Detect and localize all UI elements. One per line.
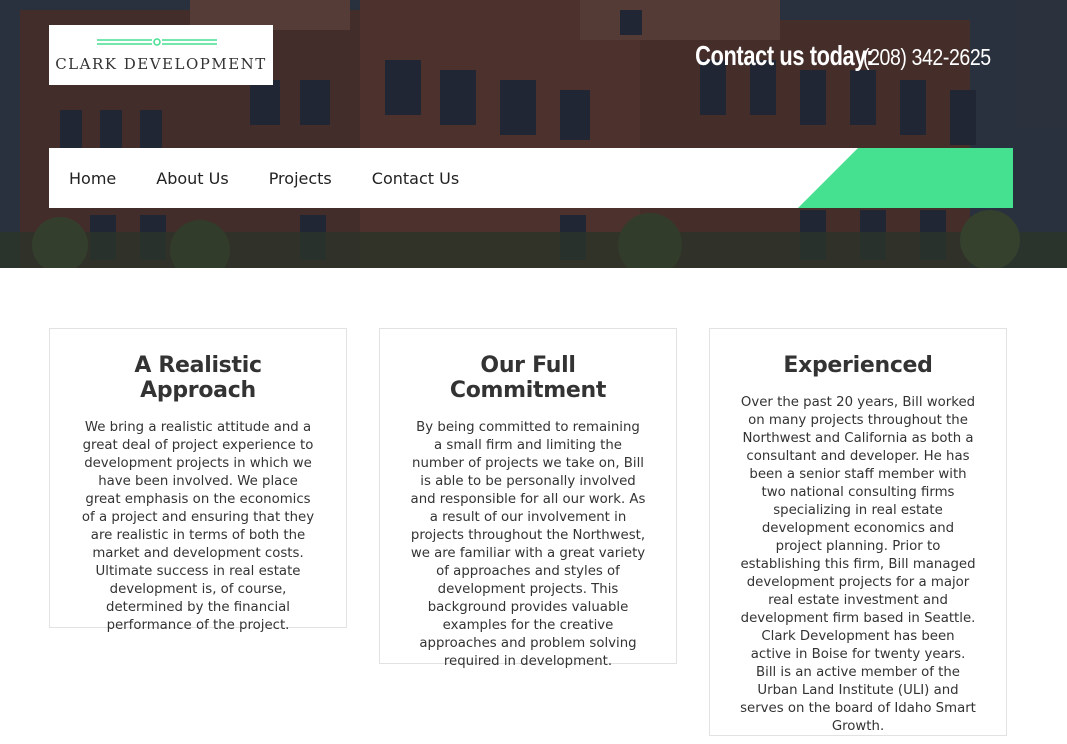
- feature-card-title: Experienced: [783, 353, 933, 378]
- feature-card-title: Our Full Commitment: [449, 353, 607, 403]
- feature-card-body: By being committed to remaining a small …: [410, 420, 646, 669]
- nav-item-projects[interactable]: Projects: [269, 169, 332, 188]
- contact-label: Contact us today:: [694, 40, 873, 71]
- feature-card-full-commitment: Our Full Commitment By being committed t…: [379, 328, 677, 669]
- feature-card-body: Over the past 20 years, Bill worked on m…: [740, 395, 976, 734]
- site-logo[interactable]: CLARK DEVELOPMENT: [49, 25, 273, 85]
- nav-item-contact-us[interactable]: Contact Us: [372, 169, 459, 188]
- nav-accent-shape: [798, 148, 1013, 208]
- feature-card-title: A Realistic Approach: [134, 353, 262, 403]
- nav-item-about-us[interactable]: About Us: [156, 169, 228, 188]
- logo-mark-icon: [97, 38, 217, 46]
- contact-banner: Contact us today: (208) 342-2625: [645, 40, 1013, 72]
- feature-card-realistic-approach: A Realistic Approach We bring a realisti…: [49, 328, 347, 633]
- feature-card-body: We bring a realistic attitude and a grea…: [81, 420, 315, 633]
- main-navigation: Home About Us Projects Contact Us: [49, 148, 1013, 208]
- contact-phone[interactable]: (208) 342-2625: [863, 44, 991, 71]
- logo-text: CLARK DEVELOPMENT: [55, 55, 267, 73]
- nav-item-home[interactable]: Home: [69, 169, 116, 188]
- feature-card-experienced: Experienced Over the past 20 years, Bill…: [709, 328, 1007, 736]
